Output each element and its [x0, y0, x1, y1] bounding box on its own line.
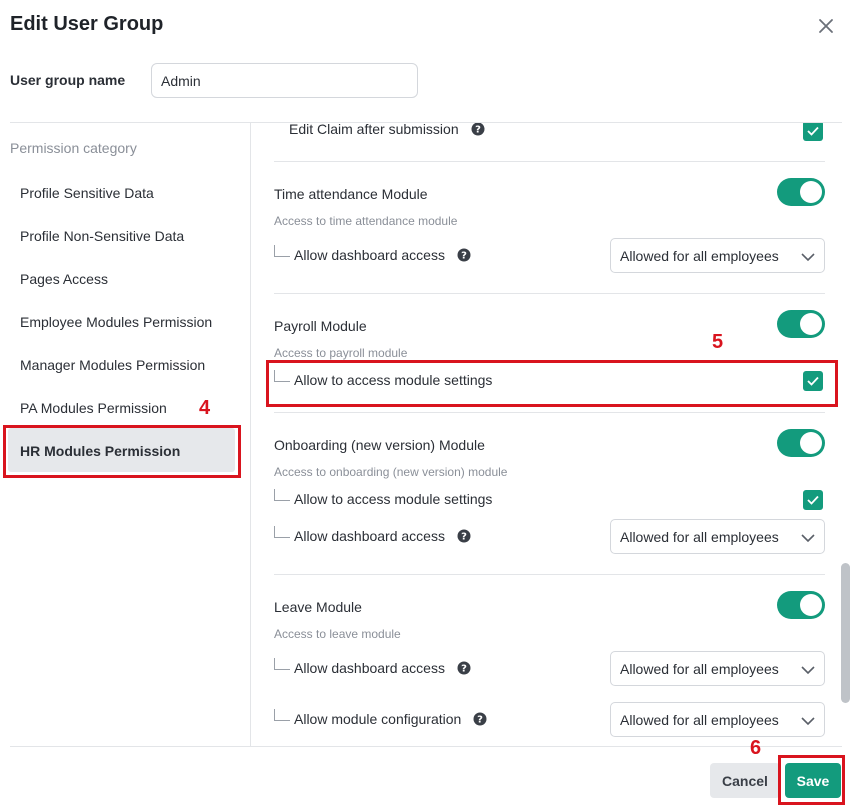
help-icon[interactable]: ? — [473, 712, 487, 726]
save-button[interactable]: Save — [785, 763, 841, 798]
payroll-settings-permission: Allow to access module settings — [274, 370, 493, 388]
toggle-knob — [800, 594, 822, 616]
svg-text:?: ? — [477, 715, 483, 726]
onboarding-toggle[interactable] — [777, 429, 825, 457]
help-icon[interactable]: ? — [457, 248, 471, 262]
modal-title: Edit User Group — [10, 13, 164, 35]
svg-text:?: ? — [475, 125, 481, 136]
group-name-input[interactable] — [151, 63, 418, 98]
help-icon[interactable]: ? — [471, 123, 485, 136]
onboarding-title: Onboarding (new version) Module — [274, 437, 485, 453]
leave-configuration-permission: Allow module configuration ? — [274, 709, 487, 727]
category-profile-sensitive[interactable]: Profile Sensitive Data — [20, 185, 154, 201]
leave-title: Leave Module — [274, 599, 362, 615]
tree-connector — [274, 709, 290, 721]
tree-connector — [274, 489, 290, 501]
permission-category-heading: Permission category — [10, 140, 137, 156]
payroll-settings-checkbox[interactable] — [803, 371, 823, 391]
help-icon[interactable]: ? — [457, 661, 471, 675]
svg-text:?: ? — [461, 251, 467, 262]
payroll-title: Payroll Module — [274, 318, 367, 334]
group-name-label: User group name — [10, 72, 126, 88]
time-attendance-dashboard-select[interactable]: Allowed for all employees — [610, 238, 825, 273]
leave-dashboard-select[interactable]: Allowed for all employees — [610, 651, 825, 686]
close-icon[interactable] — [815, 15, 837, 37]
chevron-down-icon — [800, 530, 816, 546]
time-attendance-dashboard-permission: Allow dashboard access ? — [274, 245, 471, 263]
category-hr-modules-label: HR Modules Permission — [20, 443, 181, 459]
svg-text:?: ? — [461, 532, 467, 543]
category-employee-modules[interactable]: Employee Modules Permission — [20, 314, 212, 330]
annotation-step-5: 5 — [712, 331, 724, 353]
chevron-down-icon — [800, 662, 816, 678]
leave-configuration-select[interactable]: Allowed for all employees — [610, 702, 825, 737]
tree-connector — [274, 658, 290, 670]
row-divider — [274, 293, 825, 294]
permission-label: Allow to access module settings — [294, 372, 493, 388]
onboarding-description: Access to onboarding (new version) modul… — [274, 465, 508, 479]
toggle-knob — [800, 181, 822, 203]
bottom-divider — [10, 746, 842, 747]
svg-text:?: ? — [461, 664, 467, 675]
onboarding-dashboard-select[interactable]: Allowed for all employees — [610, 519, 825, 554]
cancel-button[interactable]: Cancel — [710, 763, 780, 798]
leave-description: Access to leave module — [274, 627, 401, 641]
onboarding-dashboard-permission: Allow dashboard access ? — [274, 526, 471, 544]
permission-label: Allow dashboard access — [294, 247, 445, 263]
row-divider — [274, 161, 825, 162]
select-value: Allowed for all employees — [620, 712, 779, 728]
annotation-step-6: 6 — [750, 737, 762, 759]
permission-label: Allow dashboard access — [294, 528, 445, 544]
leave-toggle[interactable] — [777, 591, 825, 619]
tree-connector — [274, 370, 290, 382]
row-divider — [274, 412, 825, 413]
tree-connector — [274, 526, 290, 538]
tree-connector — [274, 245, 290, 257]
select-value: Allowed for all employees — [620, 248, 779, 264]
select-value: Allowed for all employees — [620, 529, 779, 545]
onboarding-settings-checkbox[interactable] — [803, 490, 823, 510]
category-pages-access[interactable]: Pages Access — [20, 271, 108, 287]
row-divider — [274, 574, 825, 575]
chevron-down-icon — [800, 713, 816, 729]
category-manager-modules[interactable]: Manager Modules Permission — [20, 357, 205, 373]
partial-permission-label: Edit Claim after submission — [289, 123, 459, 137]
scrollbar-thumb[interactable] — [841, 563, 850, 703]
annotation-step-4: 4 — [199, 397, 211, 419]
payroll-description: Access to payroll module — [274, 346, 408, 360]
time-attendance-description: Access to time attendance module — [274, 214, 458, 228]
category-pa-modules[interactable]: PA Modules Permission — [20, 400, 167, 416]
select-value: Allowed for all employees — [620, 661, 779, 677]
partial-permission-row: Edit Claim after submission ? — [289, 123, 485, 137]
permission-list[interactable]: Edit Claim after submission ? Time atten… — [251, 123, 851, 746]
time-attendance-toggle[interactable] — [777, 178, 825, 206]
permission-label: Allow to access module settings — [294, 491, 493, 507]
toggle-knob — [800, 432, 822, 454]
category-profile-non-sensitive[interactable]: Profile Non-Sensitive Data — [20, 228, 184, 244]
payroll-toggle[interactable] — [777, 310, 825, 338]
time-attendance-title: Time attendance Module — [274, 186, 428, 202]
chevron-down-icon — [800, 249, 816, 265]
permission-label: Allow dashboard access — [294, 660, 445, 676]
toggle-knob — [800, 313, 822, 335]
help-icon[interactable]: ? — [457, 529, 471, 543]
leave-dashboard-permission: Allow dashboard access ? — [274, 658, 471, 676]
onboarding-settings-permission: Allow to access module settings — [274, 489, 493, 507]
permission-label: Allow module configuration — [294, 711, 462, 727]
partial-row-checkbox[interactable] — [803, 123, 823, 141]
